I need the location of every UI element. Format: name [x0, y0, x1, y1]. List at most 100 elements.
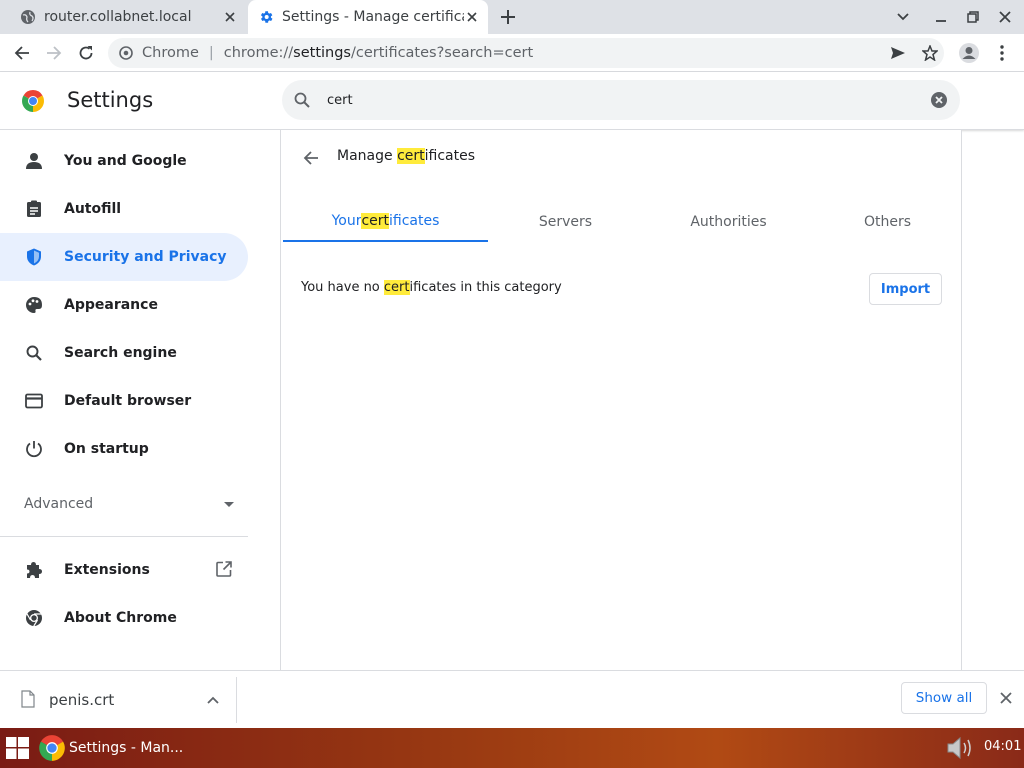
puzzle-icon	[24, 560, 44, 580]
tab-label-suffix: ificates	[389, 213, 440, 229]
sidebar-item-label: You and Google	[64, 153, 187, 169]
sidebar-item-label: Extensions	[64, 562, 150, 578]
browser-toolbar: Chrome | chrome://settings/certificates?…	[0, 34, 1024, 72]
taskbar-item-label: Settings - Man...	[69, 740, 184, 756]
close-window-icon[interactable]	[995, 7, 1015, 27]
manage-certificates-panel: Manage certificates Your cert ificates Se…	[280, 130, 962, 670]
sidebar-item-label: Appearance	[64, 297, 158, 313]
send-icon[interactable]	[887, 42, 909, 64]
search-highlight: cert	[383, 280, 410, 295]
title-suffix: ificates	[424, 148, 476, 164]
sidebar-item-search-engine[interactable]: Search engine	[0, 329, 248, 377]
url-scheme: chrome://	[223, 45, 294, 61]
chevron-down-icon	[224, 496, 234, 512]
person-icon	[24, 151, 44, 171]
sidebar-item-extensions[interactable]: Extensions	[0, 546, 248, 594]
address-bar[interactable]: Chrome | chrome://settings/certificates?…	[108, 38, 944, 68]
site-chip: Chrome	[142, 45, 199, 61]
msg-suffix: ificates in this category	[409, 280, 562, 295]
back-icon[interactable]	[11, 42, 33, 64]
tab-label: Servers	[538, 214, 593, 230]
settings-search-field[interactable]: cert	[282, 80, 960, 120]
sidebar-item-label: Autofill	[64, 201, 122, 217]
tab-title: Settings - Manage certifica	[282, 9, 464, 25]
search-highlight: cert	[397, 148, 425, 164]
tab-search-chevron-icon[interactable]	[893, 7, 913, 27]
show-all-downloads-button[interactable]: Show all	[901, 682, 987, 714]
download-item-name[interactable]: penis.crt	[49, 691, 114, 709]
restore-icon[interactable]	[963, 7, 983, 27]
minimize-icon[interactable]	[931, 7, 951, 27]
browser-tab-settings[interactable]: Settings - Manage certifica	[248, 0, 488, 34]
tab-your-certificates[interactable]: Your cert ificates	[283, 202, 488, 242]
more-menu-icon[interactable]	[991, 42, 1013, 64]
tab-label: Authorities	[690, 214, 767, 230]
close-tab-icon[interactable]	[222, 9, 238, 25]
sidebar-item-label: About Chrome	[64, 610, 177, 626]
back-arrow-icon[interactable]	[301, 148, 321, 168]
taskbar-chrome-window[interactable]: Settings - Man...	[38, 732, 188, 764]
empty-state-message: You have no certificates in this categor…	[301, 280, 562, 295]
close-icon[interactable]	[997, 689, 1015, 707]
sidebar-item-you-and-google[interactable]: You and Google	[0, 137, 248, 185]
download-divider	[236, 677, 237, 723]
chrome-site-icon	[118, 45, 134, 61]
settings-search-input[interactable]: cert	[327, 93, 930, 108]
title-prefix: Manage	[337, 148, 398, 164]
search-icon	[292, 90, 312, 110]
reload-icon[interactable]	[75, 42, 97, 64]
url-host: settings	[293, 45, 351, 61]
windows-start-icon[interactable]	[6, 737, 29, 759]
new-tab-icon[interactable]	[498, 7, 518, 27]
close-tab-icon[interactable]	[464, 9, 480, 25]
sidebar-divider	[0, 536, 248, 537]
settings-sidebar: You and Google Autofill Security and Pri…	[0, 130, 280, 670]
chevron-up-icon[interactable]	[204, 691, 222, 709]
volume-icon[interactable]	[946, 735, 978, 761]
chrome-outline-icon	[24, 608, 44, 628]
page-title: Manage certificates	[337, 148, 475, 164]
tab-label-prefix: Your	[331, 213, 362, 229]
profile-avatar-icon[interactable]	[958, 42, 980, 64]
chrome-logo-icon	[21, 89, 45, 113]
sidebar-item-label: Search engine	[64, 345, 177, 361]
browser-window-icon	[24, 391, 44, 411]
chrome-logo-icon	[39, 735, 65, 761]
gear-icon	[258, 9, 274, 25]
import-button[interactable]: Import	[869, 273, 942, 305]
power-icon	[24, 439, 44, 459]
search-highlight: cert	[361, 213, 390, 229]
os-taskbar: Settings - Man... 04:01	[0, 728, 1024, 768]
shield-icon	[24, 247, 44, 267]
sidebar-advanced-toggle[interactable]: Advanced	[24, 490, 234, 518]
certificate-tabs: Your cert ificates Servers Authorities Ot…	[283, 202, 963, 242]
advanced-label: Advanced	[24, 496, 94, 512]
sidebar-item-on-startup[interactable]: On startup	[0, 425, 248, 473]
file-icon	[21, 690, 35, 708]
palette-icon	[24, 295, 44, 315]
sidebar-item-default-browser[interactable]: Default browser	[0, 377, 248, 425]
clear-search-icon[interactable]	[930, 91, 948, 109]
settings-title: Settings	[67, 88, 154, 112]
tab-label: Others	[863, 214, 912, 230]
url-separator: |	[208, 45, 214, 61]
tab-strip: router.collabnet.local Settings - Manage…	[0, 0, 1024, 34]
bookmark-star-icon[interactable]	[919, 42, 941, 64]
sidebar-item-appearance[interactable]: Appearance	[0, 281, 248, 329]
tab-others[interactable]: Others	[785, 202, 990, 242]
sidebar-item-autofill[interactable]: Autofill	[0, 185, 248, 233]
forward-icon[interactable]	[43, 42, 65, 64]
taskbar-clock: 04:01	[984, 739, 1022, 754]
tab-title: router.collabnet.local	[44, 9, 192, 25]
sidebar-item-label: Default browser	[64, 393, 192, 409]
download-shelf: penis.crt Show all	[0, 670, 1024, 728]
search-icon	[24, 343, 44, 363]
sidebar-item-security-and-privacy[interactable]: Security and Privacy	[0, 233, 248, 281]
browser-tab-router[interactable]: router.collabnet.local	[0, 0, 246, 34]
clipboard-icon	[24, 199, 44, 219]
url-path: /certificates?search=cert	[350, 45, 534, 61]
open-in-new-icon[interactable]	[215, 560, 233, 578]
sidebar-item-label: Security and Privacy	[64, 249, 227, 265]
sidebar-item-label: On startup	[64, 441, 149, 457]
sidebar-item-about-chrome[interactable]: About Chrome	[0, 594, 248, 642]
